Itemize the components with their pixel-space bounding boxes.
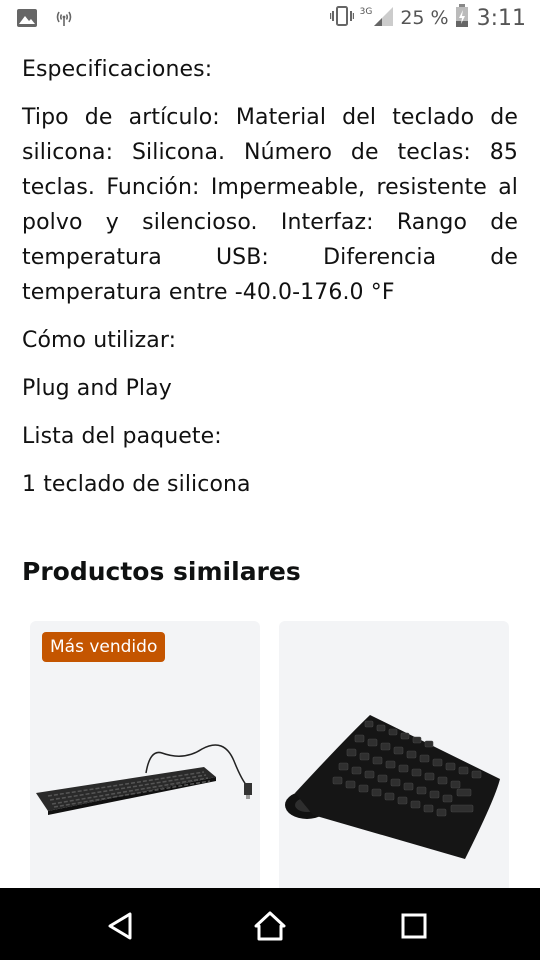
status-right: 3G 25 % 3:11 [329,4,526,32]
specs-text: Tipo de artículo: Material del teclado d… [22,105,518,305]
best-seller-badge: Más vendido [42,632,166,662]
vibrate-icon [329,5,354,31]
specs-label: Especificaciones: [22,57,213,82]
how-to-use-text: Plug and Play [22,376,172,401]
wired-keyboard-image [36,744,252,815]
battery-icon [455,4,469,32]
package-text: 1 teclado de silicona [22,472,251,497]
flexible-keyboard-image [285,715,500,859]
network-type-label: 3G [359,7,373,17]
status-left [16,8,74,32]
navigation-bar [0,888,540,960]
clock: 3:11 [476,5,526,31]
signal-icon [372,5,394,31]
battery-percent: 25 % [400,7,449,29]
product-description: Especificaciones: Tipo de artículo: Mate… [22,52,518,515]
status-bar: 3G 25 % 3:11 [0,0,540,36]
recent-apps-button[interactable] [394,908,434,944]
home-button[interactable] [250,908,290,944]
back-icon [108,912,132,940]
back-button[interactable] [100,908,140,944]
image-icon [16,8,38,32]
how-to-use-label: Cómo utilizar: [22,328,177,353]
home-icon [254,911,286,941]
similar-product-card[interactable]: Más vendido [30,621,260,911]
similar-product-card[interactable] [279,621,509,911]
recent-apps-icon [401,913,427,939]
hotspot-icon [54,8,74,32]
similar-products-heading: Productos similares [22,557,301,586]
package-label: Lista del paquete: [22,424,222,449]
